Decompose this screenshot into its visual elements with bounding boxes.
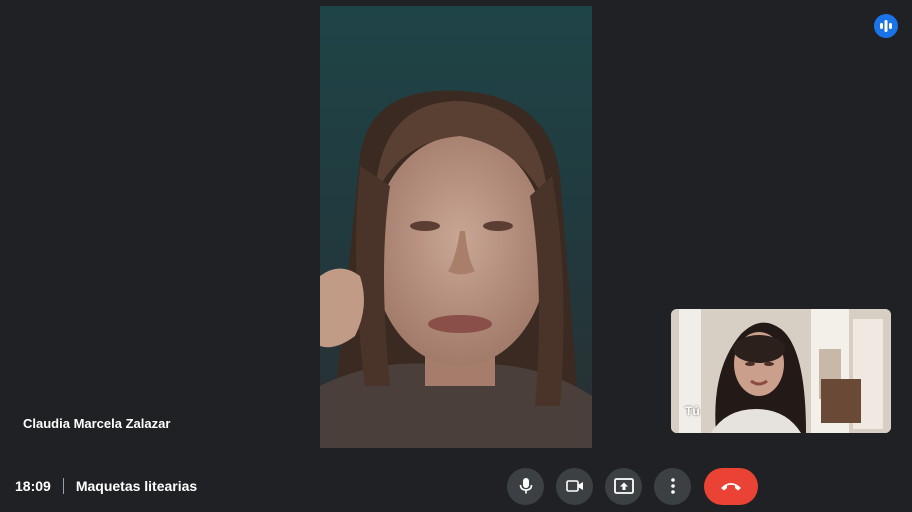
- participant-name: Claudia Marcela Zalazar: [23, 416, 171, 431]
- present-screen-button[interactable]: [605, 467, 642, 505]
- meeting-details: 18:09 Maquetas litearias: [15, 475, 197, 497]
- more-options-icon: [670, 478, 675, 494]
- hang-up-button[interactable]: [704, 467, 758, 505]
- self-view-video[interactable]: Tú: [671, 309, 891, 433]
- present-screen-icon: [613, 478, 634, 494]
- self-video-frame: [671, 309, 891, 433]
- meeting-stage: Claudia Marcela Zalazar Tú 18:09 Maqueta…: [0, 0, 912, 512]
- hang-up-icon: [721, 483, 741, 491]
- participant-video-frame: [320, 6, 592, 448]
- camera-button[interactable]: [556, 467, 593, 505]
- microphone-icon: [519, 478, 532, 494]
- self-view-label: Tú: [685, 404, 700, 418]
- main-participant-video[interactable]: [320, 6, 592, 448]
- meeting-title[interactable]: Maquetas litearias: [76, 478, 197, 494]
- call-controls: [507, 467, 758, 505]
- audio-activity-icon: [874, 14, 898, 38]
- microphone-button[interactable]: [507, 467, 544, 505]
- meeting-time: 18:09: [15, 478, 51, 494]
- divider: [62, 478, 64, 494]
- more-options-button[interactable]: [654, 467, 691, 505]
- camera-icon: [565, 480, 583, 492]
